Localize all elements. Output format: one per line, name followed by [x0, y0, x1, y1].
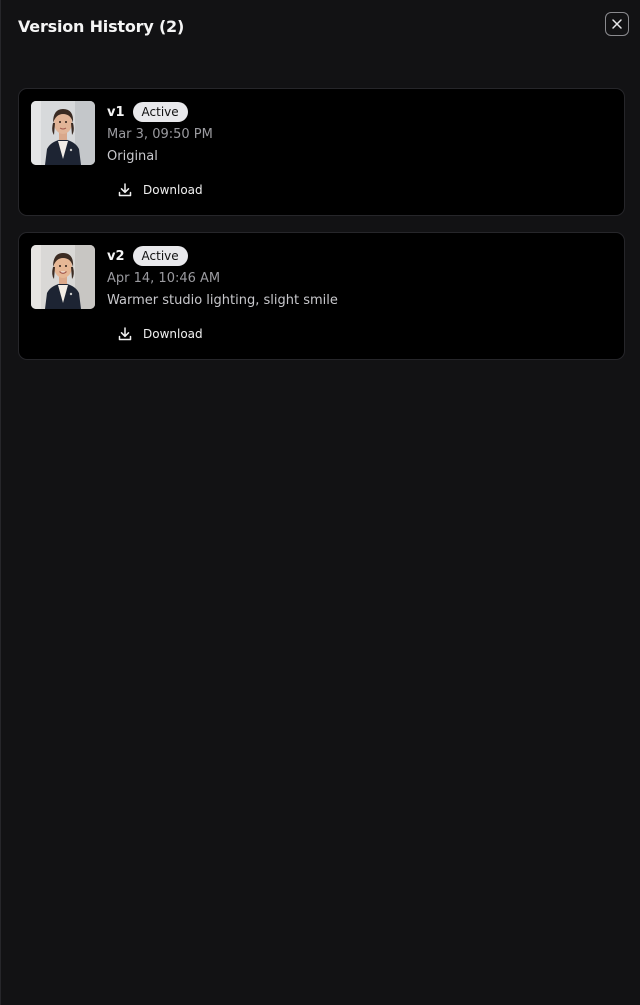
- version-info: v2 Active Apr 14, 10:46 AM Warmer studio…: [107, 245, 612, 312]
- download-label: Download: [143, 183, 203, 197]
- panel-title: Version History (2): [18, 17, 185, 36]
- panel-header: Version History (2): [1, 0, 640, 56]
- version-date: Apr 14, 10:46 AM: [107, 271, 221, 286]
- version-info: v1 Active Mar 3, 09:50 PM Original: [107, 101, 612, 168]
- download-icon: [117, 326, 143, 342]
- version-history-panel: Version History (2) v1 Active Mar 3, 09:…: [0, 0, 640, 1005]
- close-icon: [611, 18, 623, 30]
- version-label: v1: [107, 104, 125, 120]
- download-label: Download: [143, 327, 203, 341]
- version-label: v2: [107, 248, 125, 264]
- download-button[interactable]: Download: [117, 179, 203, 201]
- version-description: Original: [107, 149, 158, 164]
- version-description: Warmer studio lighting, slight smile: [107, 293, 338, 308]
- version-thumbnail[interactable]: [31, 245, 95, 309]
- version-thumbnail[interactable]: [31, 101, 95, 165]
- close-button[interactable]: [605, 12, 629, 36]
- version-card: v1 Active Mar 3, 09:50 PM Original Downl…: [18, 88, 625, 216]
- download-icon: [117, 182, 143, 198]
- download-button[interactable]: Download: [117, 323, 203, 345]
- version-date: Mar 3, 09:50 PM: [107, 127, 213, 142]
- version-card: v2 Active Apr 14, 10:46 AM Warmer studio…: [18, 232, 625, 360]
- version-list: v1 Active Mar 3, 09:50 PM Original Downl…: [18, 88, 625, 376]
- status-badge: Active: [132, 246, 188, 266]
- status-badge: Active: [132, 102, 188, 122]
